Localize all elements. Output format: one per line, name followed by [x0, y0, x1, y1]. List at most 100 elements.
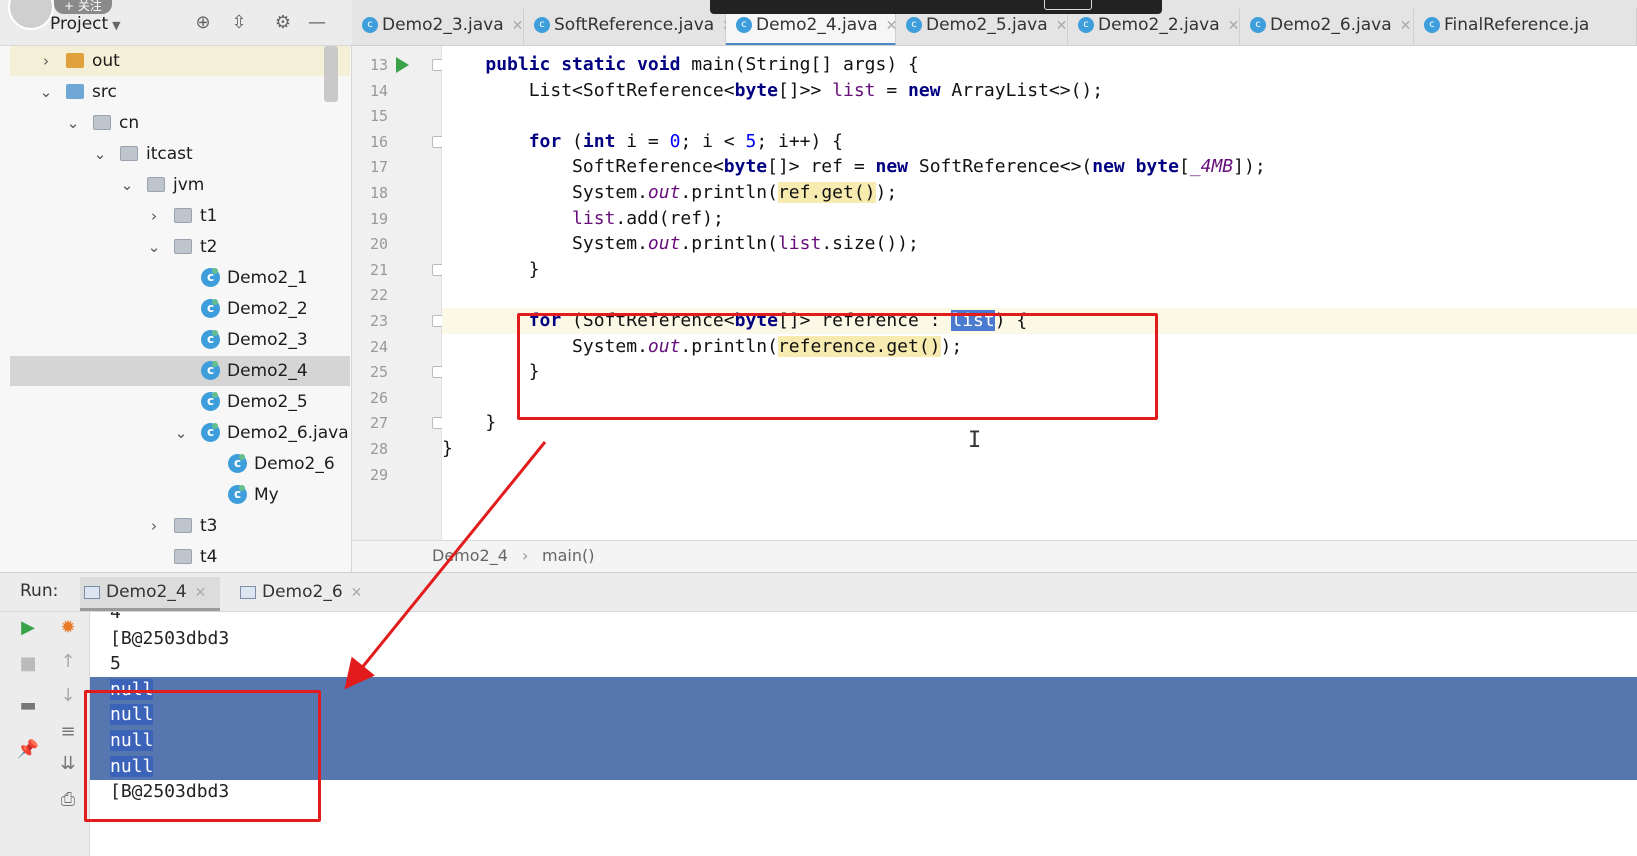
- package-icon: [174, 549, 192, 564]
- console-line: 4: [90, 612, 1637, 626]
- editor-tab[interactable]: c FinalReference.ja: [1414, 8, 1637, 45]
- chevron-down-icon[interactable]: ⌄: [38, 77, 54, 107]
- close-icon[interactable]: ✕: [351, 585, 363, 601]
- close-icon[interactable]: ✕: [512, 18, 524, 34]
- run-tab[interactable]: Demo2_4 ✕: [80, 577, 220, 611]
- line-number: 22: [369, 286, 388, 305]
- tab-label: Demo2_3.java: [382, 15, 504, 35]
- breadcrumb-class[interactable]: Demo2_4: [432, 541, 508, 571]
- chevron-right-icon[interactable]: ›: [146, 201, 162, 231]
- close-icon[interactable]: ✕: [195, 585, 207, 601]
- code-line[interactable]: public static void main(String[] args) {: [442, 52, 1637, 78]
- line-number: 20: [369, 235, 388, 254]
- line-number: 14: [369, 81, 388, 100]
- follow-badge[interactable]: + 关注: [54, 0, 112, 14]
- code-editor[interactable]: public static void main(String[] args) {…: [442, 46, 1637, 565]
- tree-item[interactable]: ⌄ cn: [10, 108, 350, 138]
- class-icon: c: [201, 330, 220, 349]
- line-number: 23: [369, 312, 388, 330]
- close-icon[interactable]: ✕: [1400, 18, 1412, 34]
- console-line: [B@2503dbd3: [90, 779, 1637, 805]
- scroll-to-end-icon[interactable]: ⇊: [56, 752, 80, 776]
- code-line[interactable]: System.out.println(list.size());: [442, 231, 1637, 257]
- project-view-selector[interactable]: Project ▼: [50, 14, 121, 34]
- code-line[interactable]: System.out.println(ref.get());: [442, 180, 1637, 206]
- tree-item[interactable]: ⌄ t2: [10, 232, 350, 262]
- package-icon: [174, 518, 192, 533]
- tree-item-label: itcast: [146, 144, 193, 164]
- code-line[interactable]: for (int i = 0; i < 5; i++) {: [442, 129, 1637, 155]
- overlay-popup-button[interactable]: [1044, 0, 1092, 10]
- tree-scrollbar[interactable]: [324, 46, 338, 102]
- tree-item[interactable]: c Demo2_4: [10, 356, 350, 386]
- code-line[interactable]: }: [442, 436, 1637, 462]
- code-line[interactable]: }: [442, 257, 1637, 283]
- chevron-down-icon[interactable]: ⌄: [146, 232, 162, 262]
- java-class-icon: c: [1424, 17, 1440, 33]
- editor-tab[interactable]: cSoftReference.java✕: [524, 8, 734, 45]
- run-tab-label: Demo2_6: [262, 582, 343, 602]
- tab-label: Demo2_2.java: [1098, 15, 1220, 35]
- pin-icon[interactable]: 📌: [16, 738, 40, 762]
- tree-item[interactable]: › out: [10, 46, 350, 76]
- collapse-all-icon[interactable]: ⇳: [228, 12, 250, 34]
- java-class-icon: c: [736, 17, 752, 33]
- chevron-right-icon[interactable]: ›: [38, 46, 54, 76]
- chevron-right-icon[interactable]: ›: [146, 511, 162, 541]
- rerun-icon[interactable]: ▶: [16, 616, 40, 640]
- tree-item[interactable]: c Demo2_5: [10, 387, 350, 417]
- console-line: 5: [90, 651, 1637, 677]
- line-number: 28: [369, 440, 388, 458]
- code-line[interactable]: [442, 282, 1637, 308]
- tree-item[interactable]: c Demo2_1: [10, 263, 350, 293]
- chevron-down-icon[interactable]: ⌄: [65, 108, 81, 138]
- tree-item[interactable]: ⌄ src: [10, 77, 350, 107]
- down-arrow-icon[interactable]: ↓: [56, 684, 80, 708]
- run-tab[interactable]: Demo2_6 ✕: [236, 577, 376, 611]
- editor-tab[interactable]: c Demo2_3.java ✕: [352, 8, 524, 45]
- package-icon: [174, 239, 192, 254]
- print-icon[interactable]: ⎙: [56, 788, 80, 812]
- run-label: Run:: [20, 581, 59, 601]
- breadcrumb-method[interactable]: main(): [542, 541, 594, 571]
- tree-item[interactable]: t4: [10, 542, 350, 572]
- layout-icon[interactable]: ▬: [16, 694, 40, 718]
- console-output[interactable]: 4 [B@2503dbd3 5 null null null null [B@2503dbd3: [90, 612, 1637, 856]
- editor-tab[interactable]: c Demo2_6.java ✕: [1240, 8, 1414, 45]
- chevron-down-icon[interactable]: ⌄: [173, 418, 189, 448]
- code-line[interactable]: list.add(ref);: [442, 206, 1637, 232]
- tree-item[interactable]: ⌄ itcast: [10, 139, 350, 169]
- tree-item[interactable]: ⌄ c Demo2_6.java: [10, 418, 350, 448]
- tree-item[interactable]: › t1: [10, 201, 350, 231]
- minimize-icon[interactable]: —: [306, 12, 328, 34]
- code-line[interactable]: [442, 462, 1637, 488]
- tree-item[interactable]: c My: [10, 480, 350, 510]
- tree-item[interactable]: c Demo2_6: [10, 449, 350, 479]
- run-tab-label: Demo2_4: [106, 582, 187, 602]
- stop-icon[interactable]: ■: [16, 652, 40, 676]
- console-line-text: 5: [110, 653, 121, 675]
- console-line: [B@2503dbd3: [90, 626, 1637, 652]
- line-number: 27: [369, 414, 388, 433]
- class-icon: c: [201, 361, 220, 380]
- tree-item[interactable]: c Demo2_3: [10, 325, 350, 355]
- tree-item[interactable]: ⌄ jvm: [10, 170, 350, 200]
- gear-icon[interactable]: ⚙: [272, 12, 294, 34]
- soft-wrap-icon[interactable]: ≡: [56, 720, 80, 744]
- tree-item-label: t2: [200, 237, 218, 257]
- tab-label: Demo2_4.java: [756, 15, 878, 35]
- tree-item[interactable]: › t3: [10, 511, 350, 541]
- debug-icon[interactable]: ✹: [56, 616, 80, 640]
- run-gutter-icon[interactable]: [396, 57, 409, 73]
- locate-icon[interactable]: ⊕: [192, 12, 214, 34]
- code-line[interactable]: List<SoftReference<byte[]>> list = new A…: [442, 78, 1637, 104]
- close-icon[interactable]: ✕: [1228, 18, 1240, 34]
- tree-item-label: Demo2_3: [227, 330, 308, 350]
- code-line[interactable]: [442, 103, 1637, 129]
- code-line[interactable]: SoftReference<byte[]> ref = new SoftRefe…: [442, 154, 1637, 180]
- up-arrow-icon[interactable]: ↑: [56, 650, 80, 674]
- close-icon[interactable]: ✕: [1056, 18, 1068, 34]
- tree-item[interactable]: c Demo2_2: [10, 294, 350, 324]
- chevron-down-icon[interactable]: ⌄: [119, 170, 135, 200]
- chevron-down-icon[interactable]: ⌄: [92, 139, 108, 169]
